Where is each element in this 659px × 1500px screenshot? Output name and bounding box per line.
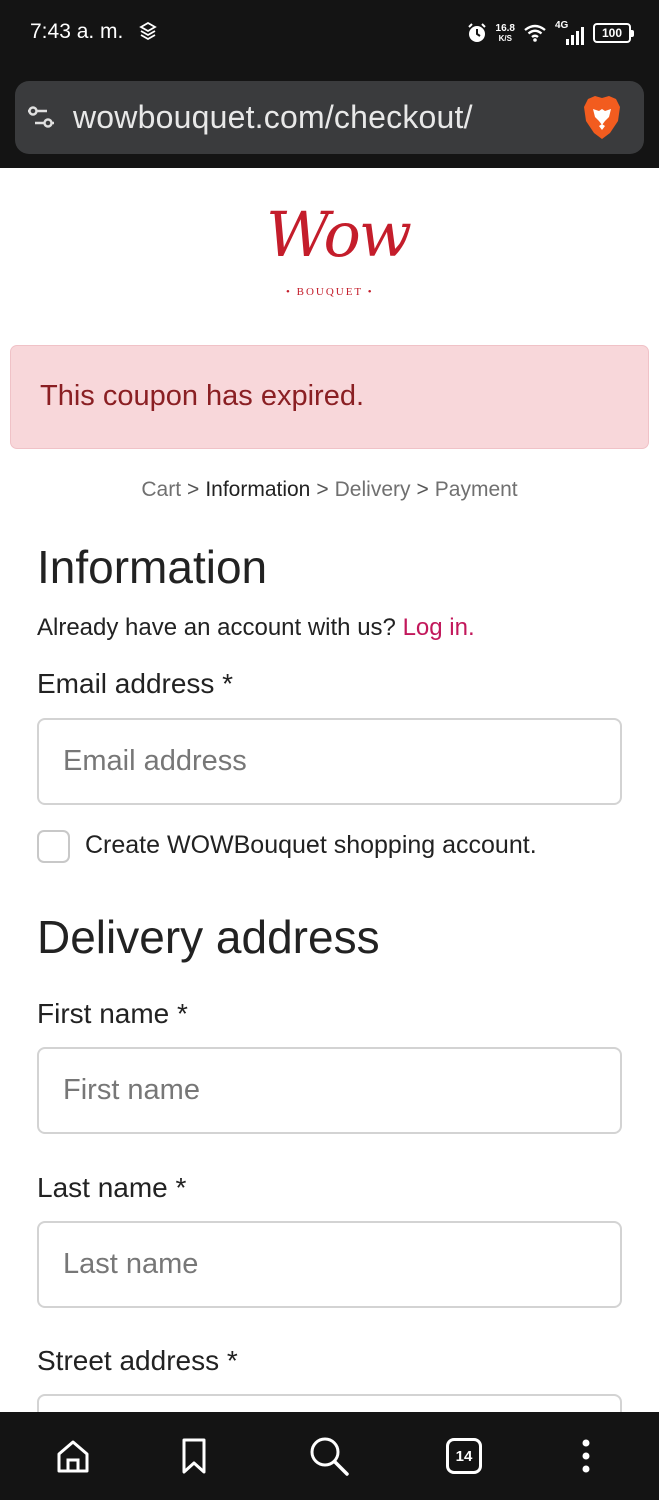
address-bar[interactable]: wowbouquet.com/checkout/	[15, 81, 644, 154]
logo-script: Wow	[266, 198, 412, 271]
home-button[interactable]	[51, 1434, 95, 1478]
search-icon	[310, 1437, 349, 1476]
status-bar: 7:43 a. m. 16.8 K/S 4G 100	[0, 0, 659, 68]
email-label: Email address *	[37, 668, 234, 699]
last-name-label: Last name *	[37, 1172, 187, 1203]
wifi-icon	[524, 24, 546, 42]
net-speed-unit: K/S	[498, 33, 512, 43]
street-address-field[interactable]	[37, 1394, 622, 1412]
status-time: 7:43 a. m.	[30, 20, 124, 43]
login-link[interactable]: Log in.	[403, 614, 475, 641]
street-address-label: Street address *	[37, 1345, 238, 1376]
first-name-field[interactable]	[37, 1047, 622, 1134]
url-text[interactable]: wowbouquet.com/checkout/	[73, 99, 473, 136]
create-account-label[interactable]: Create WOWBouquet shopping account.	[85, 831, 537, 860]
information-heading: Information	[37, 541, 268, 593]
breadcrumb-payment: Payment	[434, 478, 518, 501]
delivery-heading: Delivery address	[37, 911, 380, 963]
wowbouquet-logo[interactable]: Wow • BOUQUET •	[258, 198, 412, 308]
breadcrumb-separator: >	[316, 478, 329, 501]
checkout-page: Wow • BOUQUET • This coupon has expired.…	[0, 168, 659, 1412]
signal-icon	[566, 27, 584, 45]
notification-icon	[139, 22, 157, 41]
browser-toolbar: wowbouquet.com/checkout/	[0, 68, 659, 168]
logo-subtitle: • BOUQUET •	[286, 286, 374, 298]
coupon-expired-alert: This coupon has expired.	[10, 345, 649, 449]
home-icon	[57, 1440, 89, 1473]
create-account-checkbox[interactable]	[37, 830, 70, 863]
battery-icon: 100	[593, 23, 634, 43]
breadcrumb: Cart > Information > Delivery > Payment	[0, 478, 659, 502]
breadcrumb-separator: >	[187, 478, 200, 501]
breadcrumb-separator: >	[416, 478, 429, 501]
bookmark-icon	[182, 1438, 206, 1474]
cellular-indicator: 4G	[555, 20, 585, 45]
alert-message: This coupon has expired.	[40, 380, 365, 412]
breadcrumb-delivery: Delivery	[334, 478, 411, 501]
account-prompt: Already have an account with us? Log in.	[37, 614, 475, 642]
site-settings-icon[interactable]	[25, 101, 57, 133]
browser-bottom-nav: 14	[0, 1412, 659, 1500]
net-speed: 16.8 K/S	[495, 22, 515, 43]
net-speed-value: 16.8	[495, 22, 515, 34]
battery-level: 100	[601, 26, 623, 40]
account-prompt-text: Already have an account with us?	[37, 614, 396, 641]
status-icons: 16.8 K/S 4G 100	[466, 18, 634, 48]
brave-lion-icon[interactable]	[580, 95, 624, 141]
breadcrumb-information: Information	[205, 478, 311, 501]
tab-count-icon: 14	[446, 1438, 482, 1474]
email-field[interactable]	[37, 718, 622, 805]
menu-button[interactable]	[564, 1434, 608, 1478]
search-button[interactable]	[307, 1434, 351, 1478]
alarm-icon	[467, 23, 486, 42]
first-name-label: First name *	[37, 998, 188, 1029]
bookmarks-button[interactable]	[172, 1434, 216, 1478]
tabs-button[interactable]: 14	[442, 1434, 486, 1478]
tab-count: 14	[455, 1447, 473, 1465]
last-name-field[interactable]	[37, 1221, 622, 1308]
breadcrumb-cart[interactable]: Cart	[141, 478, 181, 501]
more-vertical-icon	[582, 1439, 590, 1473]
